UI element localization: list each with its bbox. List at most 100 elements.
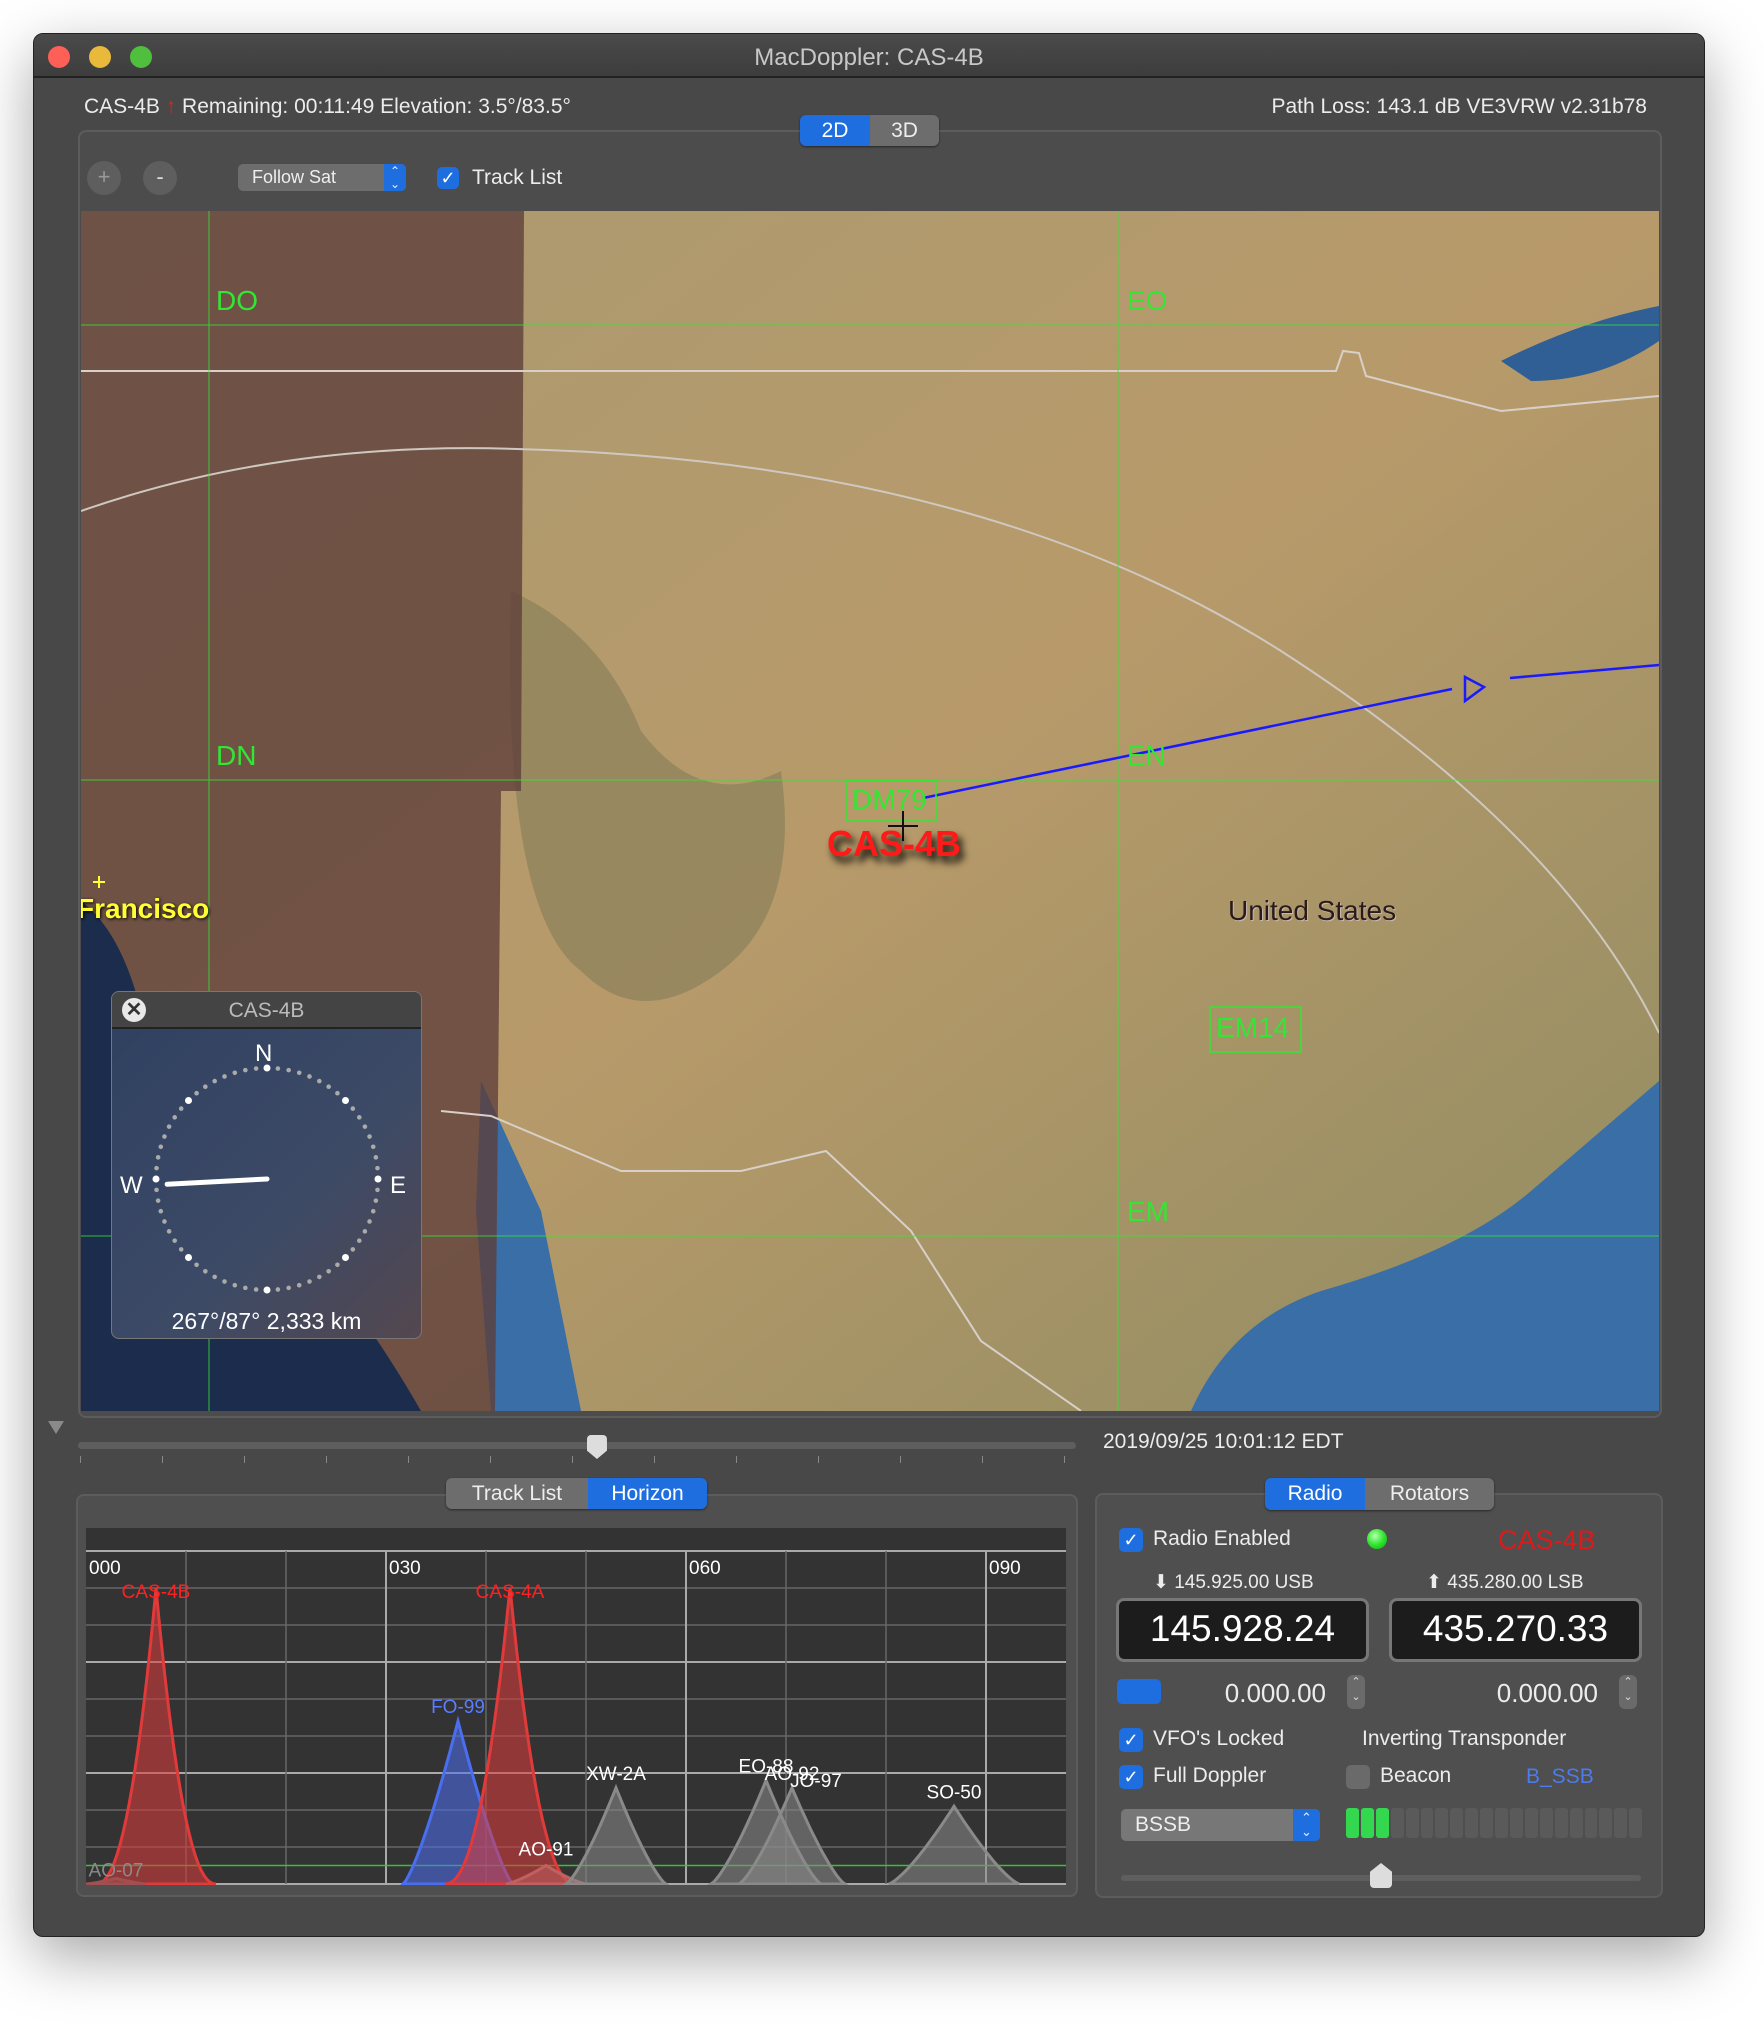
uplink-offset-stepper[interactable]: ⌃ ⌄ (1619, 1675, 1637, 1709)
uplink-offset[interactable]: 0.000.00 (1497, 1678, 1598, 1709)
compass-readout: 267°/87° 2,333 km (171, 1308, 362, 1334)
pass-label: AO-07 (89, 1860, 144, 1881)
mode-tag: B_SSB (1526, 1765, 1594, 1788)
time-tick (818, 1456, 819, 1463)
grid-label-eo: EO (1127, 285, 1168, 316)
status-remaining: Remaining: 00:11:49 (182, 95, 375, 118)
radio-tabs: Radio Rotators (1265, 1478, 1494, 1510)
x-tick-label: 090 (989, 1558, 1021, 1579)
compass-dot (185, 1253, 193, 1261)
compass-dot (374, 1175, 382, 1183)
compass-dot (154, 1165, 159, 1171)
time-tick (408, 1456, 409, 1463)
compass-dot (317, 1274, 322, 1280)
compass-dot (194, 1262, 199, 1268)
downlink-label: ⬇ 145.925.00 USB (1153, 1571, 1314, 1594)
compass-dot (275, 1066, 281, 1071)
signal-meter (1346, 1808, 1643, 1838)
radio-enabled-checkbox[interactable]: ✓ (1119, 1528, 1143, 1552)
title-bar: MacDoppler: CAS-4B (34, 34, 1704, 78)
compass-dot (370, 1208, 376, 1214)
compass-dot (375, 1187, 380, 1193)
downlink-offset[interactable]: 0.000.00 (1225, 1678, 1326, 1709)
compass-dot (367, 1219, 372, 1224)
compass-dot (253, 1287, 259, 1292)
compass-dot (326, 1084, 331, 1090)
compass-dot (172, 1115, 178, 1120)
zoom-out-button[interactable]: - (143, 161, 177, 195)
compass-dot (356, 1115, 362, 1120)
compass-dot (286, 1285, 291, 1291)
tab-horizon[interactable]: Horizon (588, 1478, 707, 1509)
uplink-frequency-field[interactable]: 435.270.33 (1389, 1598, 1642, 1662)
compass-dot (243, 1285, 248, 1291)
compass-dot (263, 1286, 271, 1294)
meter-segment (1554, 1808, 1568, 1838)
full-doppler-checkbox[interactable]: ✓ (1119, 1765, 1143, 1789)
compass-dot (373, 1198, 379, 1203)
compass-popup: ✕ CAS-4B N W E 267°/87° 2,333 km (111, 991, 422, 1339)
compass-dot (155, 1198, 161, 1203)
compass-dot (356, 1238, 362, 1243)
meter-segment (1629, 1808, 1643, 1838)
x-tick-label: 000 (89, 1558, 121, 1579)
full-doppler-label: Full Doppler (1153, 1764, 1267, 1787)
disclosure-triangle-icon[interactable] (48, 1421, 64, 1434)
compass-dot (326, 1268, 331, 1274)
x-tick-label: 060 (689, 1558, 721, 1579)
status-satellite: CAS-4B (84, 95, 160, 118)
tab-2d[interactable]: 2D (800, 115, 870, 146)
pass-label: CAS-4A (476, 1582, 545, 1603)
compass-dot (232, 1070, 238, 1076)
time-tick (654, 1456, 655, 1463)
time-slider[interactable] (78, 1442, 1076, 1449)
downlink-offset-stepper[interactable]: ⌃ ⌄ (1347, 1675, 1365, 1709)
tab-track-list[interactable]: Track List (446, 1478, 588, 1509)
compass-east: E (390, 1172, 407, 1199)
compass-dot (158, 1208, 164, 1214)
beacon-checkbox[interactable] (1346, 1765, 1370, 1789)
time-slider-thumb[interactable] (586, 1435, 607, 1459)
compass-dot (162, 1134, 167, 1139)
compass-dot (162, 1219, 167, 1224)
compass-dot (350, 1247, 356, 1252)
compass-dot (166, 1124, 172, 1129)
locator-label-dm79: DM79 (852, 784, 927, 815)
pass-label: AO-91 (519, 1840, 574, 1861)
track-list-checkbox[interactable]: ✓ (437, 167, 459, 189)
transponder-type: Inverting Transponder (1362, 1727, 1567, 1750)
chevron-updown-icon: ⌃ ⌄ (1293, 1809, 1320, 1841)
tab-radio[interactable]: Radio (1265, 1478, 1365, 1510)
map-view[interactable]: DO EO DN EN EM DM79 EM14 CAS-4B United S… (81, 211, 1659, 1411)
compass-dot (296, 1282, 302, 1288)
satellite-map-label[interactable]: CAS-4B (827, 823, 961, 865)
meter-segment (1509, 1808, 1523, 1838)
status-left: CAS-4B ↑ Remaining: 00:11:49 Elevation: … (84, 95, 571, 119)
meter-segment (1420, 1808, 1434, 1838)
mode-select[interactable]: BSSB ⌃ ⌄ (1121, 1809, 1320, 1841)
meter-segment (1346, 1808, 1359, 1838)
uplink-label-text: 435.280.00 LSB (1447, 1572, 1584, 1593)
grid-label-dn: DN (216, 740, 257, 771)
vfo-locked-checkbox[interactable]: ✓ (1119, 1728, 1143, 1752)
tab-rotators[interactable]: Rotators (1365, 1478, 1494, 1510)
compass-west: W (120, 1172, 143, 1199)
meter-segment (1375, 1808, 1389, 1838)
meter-segment (1465, 1808, 1479, 1838)
zoom-in-button[interactable]: + (87, 161, 121, 195)
compass-dot (362, 1124, 368, 1129)
time-tick (572, 1456, 573, 1463)
downlink-frequency-field[interactable]: 145.928.24 (1116, 1598, 1369, 1662)
uplink-label: ⬆ 435.280.00 LSB (1426, 1571, 1584, 1594)
tab-3d[interactable]: 3D (870, 115, 939, 146)
meter-segment (1584, 1808, 1598, 1838)
compass-dot (194, 1090, 199, 1096)
pass-label: FO-99 (431, 1697, 485, 1718)
pass-label: SO-50 (927, 1782, 982, 1803)
down-arrow-icon: ⬇ (1153, 1572, 1169, 1593)
compass-dot (370, 1144, 376, 1150)
window-title: MacDoppler: CAS-4B (754, 44, 984, 71)
offset-color-button[interactable] (1117, 1679, 1161, 1704)
follow-select[interactable]: Follow Sat ⌃ ⌄ (238, 164, 406, 191)
up-arrow-icon: ⬆ (1426, 1572, 1442, 1593)
